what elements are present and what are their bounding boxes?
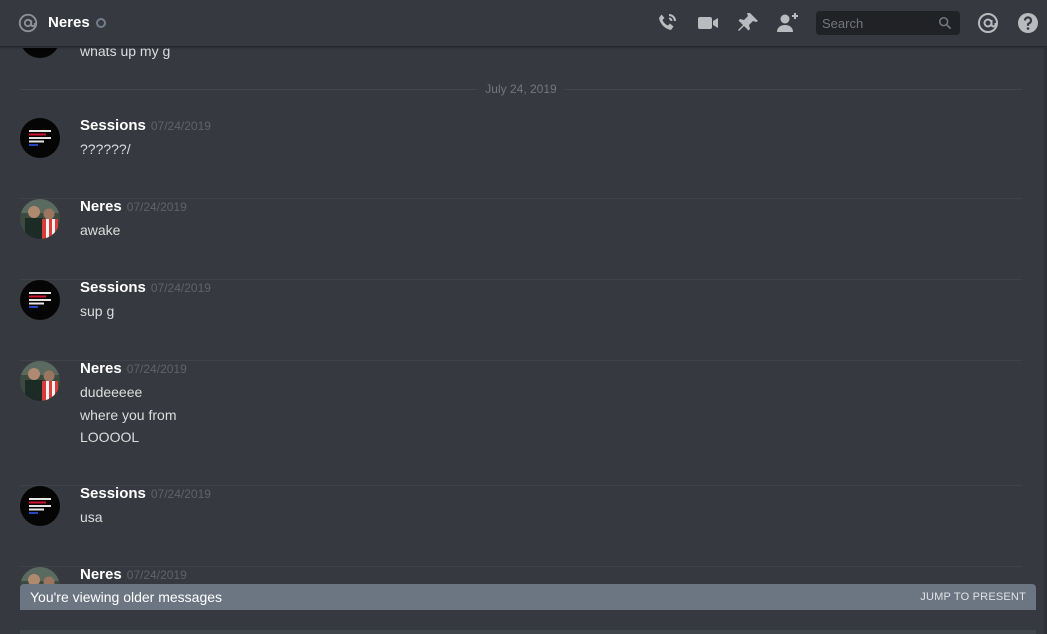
jump-to-present-button[interactable]: JUMP TO PRESENT	[920, 590, 1026, 604]
video-icon[interactable]	[696, 11, 720, 35]
status-indicator	[96, 18, 106, 28]
older-messages-text: You're viewing older messages	[30, 589, 223, 605]
sessions-avatar[interactable]	[20, 486, 60, 526]
message-group: Neres 07/24/2019 awake	[0, 197, 1047, 280]
search-bar[interactable]	[816, 11, 960, 35]
add-friend-icon[interactable]	[776, 11, 800, 35]
channel-title: Neres	[48, 14, 90, 31]
call-icon[interactable]	[655, 11, 679, 35]
author-name[interactable]: Sessions	[80, 485, 146, 502]
message-list[interactable]: whats up my g July 24, 2019 Sessions 07/2…	[0, 48, 1047, 634]
message-lines: ??????/	[80, 138, 131, 161]
message-text: usa	[80, 509, 103, 525]
message-group: Sessions 07/24/2019 ??????/	[0, 116, 1047, 199]
message-input-edge	[20, 630, 1036, 634]
date-divider: July 24, 2019	[20, 81, 1022, 97]
author-name[interactable]: Neres	[80, 566, 122, 583]
author-name[interactable]: Sessions	[80, 279, 146, 296]
sessions-avatar[interactable]	[20, 280, 60, 320]
mentions-icon[interactable]	[976, 11, 1000, 35]
neres-avatar[interactable]	[20, 361, 60, 401]
message-lines: dudeeeee where you from LOOOOL	[80, 381, 176, 449]
message-text: whats up my g	[80, 48, 171, 59]
pin-icon[interactable]	[736, 11, 760, 35]
sessions-avatar[interactable]	[20, 48, 60, 58]
message-text: where you from	[80, 406, 177, 423]
channel-header: Neres	[0, 0, 1047, 47]
message-group: Sessions 07/24/2019 sup g	[0, 278, 1047, 361]
date-divider-label: July 24, 2019	[477, 81, 565, 97]
message-timestamp: 07/24/2019	[126, 200, 187, 214]
author-name[interactable]: Neres	[80, 360, 122, 377]
message-text: dudeeeee	[80, 384, 143, 400]
sessions-avatar[interactable]	[20, 118, 60, 158]
message-author[interactable]: Sessions 07/24/2019	[80, 278, 211, 298]
message-timestamp: 07/24/2019	[150, 119, 211, 133]
search-input[interactable]	[816, 11, 934, 35]
message-text: sup g	[80, 303, 115, 319]
message-text: awake	[80, 222, 121, 238]
author-name[interactable]: Neres	[80, 198, 122, 215]
message-author[interactable]: Sessions 07/24/2019	[80, 116, 211, 136]
message-text: LOOOOL	[80, 429, 140, 445]
message-timestamp: 07/24/2019	[126, 568, 187, 582]
message-author[interactable]: Sessions 07/24/2019	[80, 484, 211, 504]
message-lines: sup g	[80, 300, 114, 323]
message-author[interactable]: Neres 07/24/2019	[80, 359, 187, 379]
message-timestamp: 07/24/2019	[126, 362, 187, 376]
at-icon	[18, 13, 38, 33]
message-lines: awake	[80, 219, 120, 242]
message-group: Sessions 07/24/2019 usa	[0, 484, 1047, 567]
help-icon[interactable]	[1016, 11, 1040, 35]
message-author[interactable]: Neres 07/24/2019	[80, 565, 187, 585]
search-icon[interactable]	[938, 16, 952, 30]
message-timestamp: 07/24/2019	[150, 281, 211, 295]
message-group: Neres 07/24/2019 dudeeeee where you from LOO…	[0, 359, 1047, 486]
older-messages-bar: You're viewing older messages JUMP TO PR…	[20, 584, 1036, 610]
message-text: ??????/	[80, 141, 131, 157]
app-window: Neres Search whats up my g July 24, 2019…	[0, 0, 1047, 634]
author-name[interactable]: Sessions	[80, 117, 146, 134]
message-lines: usa	[80, 506, 103, 529]
message-author[interactable]: Neres 07/24/2019	[80, 197, 187, 217]
message-timestamp: 07/24/2019	[150, 487, 211, 501]
neres-avatar[interactable]	[20, 199, 60, 239]
